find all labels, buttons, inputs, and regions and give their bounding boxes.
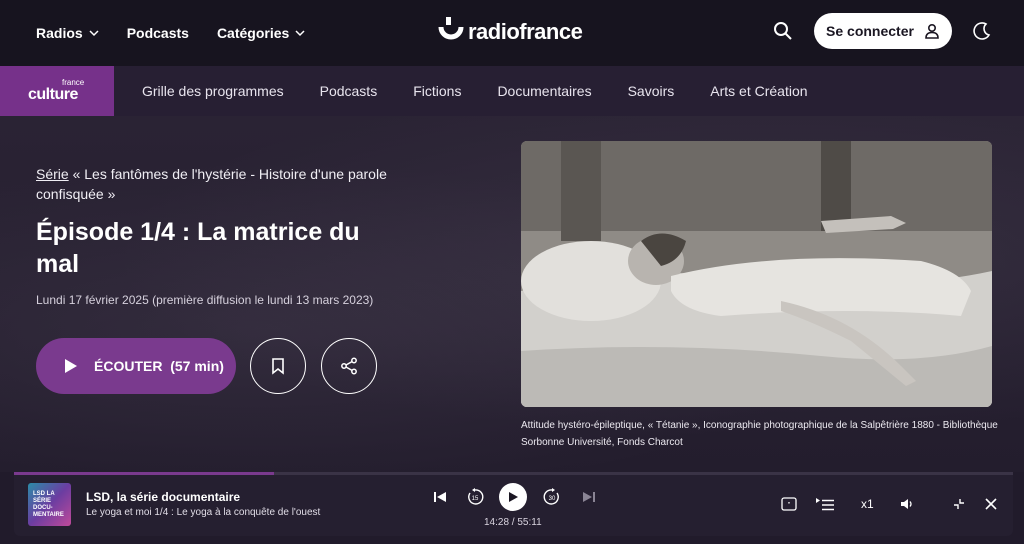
player-title[interactable]: LSD, la série documentaire	[86, 490, 240, 504]
chevron-down-icon	[295, 30, 305, 37]
brand-big: culture	[28, 86, 78, 103]
episode-title: Épisode 1/4 : La matrice du mal	[36, 218, 360, 278]
nav-podcasts[interactable]: Podcasts	[127, 25, 189, 41]
episode-image	[521, 141, 992, 407]
play-icon	[65, 359, 77, 373]
nav-podcasts-label: Podcasts	[126, 25, 189, 41]
search-icon[interactable]	[773, 21, 793, 41]
subnav-item-savoirs[interactable]: Savoirs	[628, 83, 675, 99]
subnav-item-grille[interactable]: Grille des programmes	[142, 83, 284, 99]
listen-text: ÉCOUTER	[94, 358, 163, 374]
volume-icon[interactable]	[899, 496, 915, 512]
player-subtitle[interactable]: Le yoga et moi 1/4 : Le yoga à la conquê…	[86, 507, 320, 518]
player-cover-text: LSD LA SÉRIE DOCU-MENTAIRE	[33, 491, 64, 518]
series-title[interactable]: « Les fantômes de l'hystérie - Histoire …	[36, 166, 387, 202]
svg-text:”: ”	[788, 502, 791, 509]
previous-icon[interactable]	[432, 489, 448, 505]
series-link[interactable]: Série	[36, 166, 69, 182]
playback-speed[interactable]: x1	[861, 497, 874, 511]
nav-radios-label: Radios	[36, 25, 83, 41]
logo-text: radiofrance	[468, 19, 583, 44]
share-button[interactable]	[321, 338, 377, 394]
radiofrance-logo[interactable]: radiofrance	[438, 17, 583, 47]
close-icon[interactable]	[983, 496, 999, 512]
player-cover[interactable]: LSD LA SÉRIE DOCU-MENTAIRE	[28, 483, 71, 526]
nav-radios[interactable]: Radios	[36, 25, 99, 41]
user-icon	[925, 23, 939, 39]
chevron-down-icon	[89, 30, 99, 37]
play-icon	[509, 492, 518, 502]
radiofrance-mark-icon	[438, 17, 464, 40]
series-line: Série « Les fantômes de l'hystérie - His…	[36, 164, 396, 204]
login-label: Se connecter	[826, 23, 914, 39]
listen-button[interactable]: ÉCOUTER (57 min)	[36, 338, 236, 394]
forward-30-icon[interactable]: 30	[543, 488, 561, 506]
login-button[interactable]: Se connecter	[814, 13, 952, 49]
collapse-icon[interactable]	[951, 496, 967, 512]
listen-duration: (57 min)	[170, 358, 224, 374]
subnav-item-podcasts[interactable]: Podcasts	[320, 83, 378, 99]
bookmark-icon	[272, 358, 284, 375]
audio-player: LSD LA SÉRIE DOCU-MENTAIRE LSD, la série…	[14, 475, 1013, 536]
forward-value: 30	[549, 496, 556, 502]
top-bar: Radios Podcasts Catégories radiofrance S…	[0, 0, 1024, 66]
listen-label: ÉCOUTER (57 min)	[94, 358, 224, 374]
subnav-item-arts[interactable]: Arts et Création	[710, 83, 807, 99]
next-icon[interactable]	[581, 489, 597, 505]
station-nav-items: Grille des programmes Podcasts Fictions …	[142, 83, 844, 99]
nav-categories-label: Catégories	[216, 25, 290, 41]
station-nav: france culture Grille des programmes Pod…	[0, 66, 1024, 116]
bookmark-button[interactable]	[250, 338, 306, 394]
rewind-15-icon[interactable]: 15	[466, 488, 484, 506]
transcript-icon[interactable]: ”	[781, 496, 797, 512]
franceculture-logo[interactable]: france culture	[0, 66, 114, 116]
subnav-item-fictions[interactable]: Fictions	[413, 83, 461, 99]
player-play-button[interactable]	[499, 483, 527, 511]
rewind-value: 15	[472, 496, 479, 502]
image-caption: Attitude hystéro-épileptique, « Tétanie …	[521, 420, 998, 448]
playlist-icon[interactable]	[815, 496, 835, 512]
episode-date: Lundi 17 février 2025 (première diffusio…	[36, 293, 374, 307]
player-time: 14:28 / 55:11	[484, 517, 542, 528]
top-nav: Radios Podcasts Catégories	[36, 25, 333, 41]
episode-photo	[521, 141, 992, 407]
moon-icon[interactable]	[972, 21, 992, 41]
nav-categories[interactable]: Catégories	[217, 25, 305, 41]
share-icon	[341, 357, 357, 375]
subnav-item-documentaires[interactable]: Documentaires	[497, 83, 591, 99]
